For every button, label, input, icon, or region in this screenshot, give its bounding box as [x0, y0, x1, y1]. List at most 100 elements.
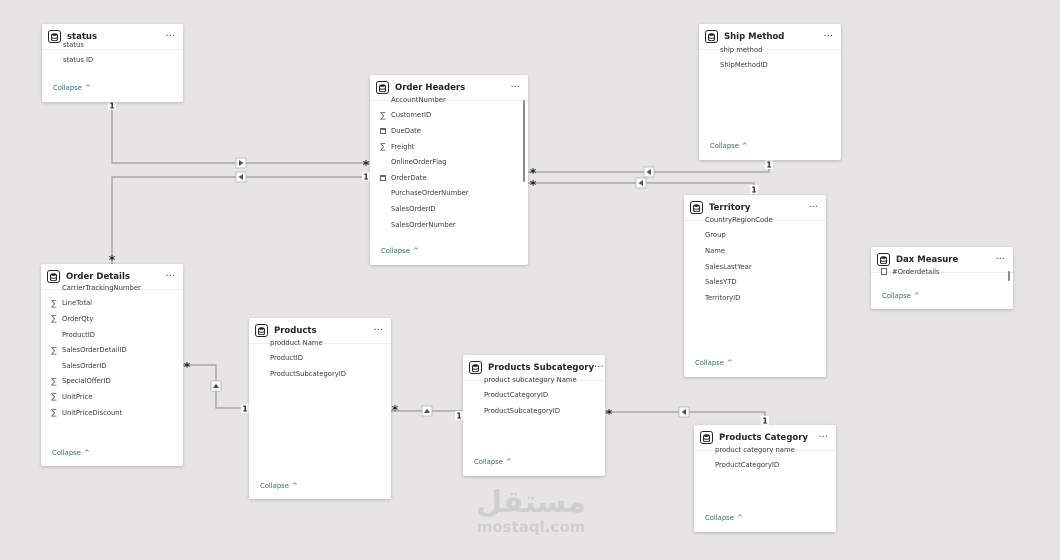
field-row[interactable]: ProductCategoryID [463, 388, 577, 404]
collapse-button[interactable]: Collapse ^ [260, 482, 298, 490]
field-name: Name [705, 246, 726, 255]
field-row[interactable]: TerritoryID [684, 290, 773, 306]
field-row[interactable]: product subcategory Name [463, 372, 577, 388]
field-row[interactable]: CountryRegionCode [684, 212, 773, 228]
collapse-button[interactable]: Collapse ^ [705, 514, 743, 522]
field-name: PurchaseOrderNumber [391, 189, 469, 198]
table-title: Territory [709, 202, 751, 213]
table-card-territory[interactable]: Territory ··· CountryRegionCode Group Name Sa… [684, 195, 826, 377]
collapse-label: Collapse [474, 458, 503, 466]
more-options-icon[interactable]: ··· [823, 31, 833, 42]
relationship-line[interactable] [111, 176, 370, 264]
field-row[interactable]: SalesYTD [684, 274, 773, 290]
collapse-label: Collapse [710, 142, 739, 150]
collapse-button[interactable]: Collapse ^ [474, 458, 512, 466]
relationship-orderheaders-territory[interactable] [528, 177, 755, 195]
more-options-icon[interactable]: ··· [594, 362, 604, 373]
field-row[interactable]: AccountNumber [370, 92, 468, 108]
field-row[interactable]: ∑ OrderQty [41, 311, 141, 327]
more-options-icon[interactable]: ··· [165, 271, 175, 282]
model-diagram-canvas[interactable]: 1 * 1 * * 1 * 1 * 1 * 1 * 1 مستقل mostaql.com status ·… [0, 0, 1060, 560]
field-row[interactable]: OnlineOrderFlag [370, 154, 468, 170]
field-row[interactable]: ShipMethodID [699, 58, 768, 74]
field-row[interactable]: ∑ SpecialOfferID [41, 374, 141, 390]
relationship-subcategory-category[interactable] [605, 406, 766, 425]
chevron-up-icon: ^ [736, 514, 743, 522]
table-card-products-subcategory[interactable]: Products Subcategory ··· product subcatego… [463, 355, 605, 476]
cardinality-one: 1 [362, 172, 370, 182]
collapse-button[interactable]: Collapse ^ [53, 84, 91, 92]
cardinality-label: 1 [363, 173, 368, 182]
table-card-dax-measure[interactable]: Dax Measure ··· #Orderdetails Collapse ^ [871, 247, 1013, 309]
field-row[interactable]: CarrierTrackingNumber [41, 280, 141, 296]
more-options-icon[interactable]: ··· [995, 254, 1005, 265]
field-row[interactable]: ProductSubcategoryID [463, 403, 577, 419]
field-row[interactable]: ∑ LineTotal [41, 296, 141, 312]
field-row[interactable]: ∑ UnitPriceDiscount [41, 405, 141, 421]
vertical-scrollbar[interactable] [1008, 271, 1010, 281]
field-row[interactable]: status [42, 37, 93, 53]
more-options-icon[interactable]: ··· [818, 432, 828, 443]
chevron-up-icon: ^ [291, 482, 298, 490]
watermark-latin: mostaql.com [476, 518, 586, 536]
more-options-icon[interactable]: ··· [510, 82, 520, 93]
field-row[interactable]: ProductCategoryID [694, 458, 795, 474]
relationship-orderheaders-shipmethod[interactable] [528, 160, 770, 178]
sigma-icon: ∑ [51, 298, 57, 308]
field-row[interactable]: SalesOrderID [370, 201, 468, 217]
table-card-products[interactable]: Products ··· prodduct Name ProductID Product… [249, 318, 391, 499]
field-row[interactable]: Group [684, 228, 773, 244]
field-row[interactable]: status ID [42, 53, 93, 69]
field-row[interactable]: ProductID [249, 351, 346, 367]
relationship-orderdetails-products[interactable] [183, 364, 249, 409]
field-row[interactable]: OrderDate [370, 170, 468, 186]
collapse-button[interactable]: Collapse ^ [695, 359, 733, 367]
field-row[interactable]: SalesOrderNumber [370, 217, 468, 233]
vertical-scrollbar[interactable] [523, 100, 525, 182]
table-card-products-category[interactable]: Products Category ··· product category nam… [694, 425, 836, 532]
field-row[interactable]: ∑ SalesOrderDetailID [41, 342, 141, 358]
field-name: status ID [63, 56, 94, 65]
collapse-label: Collapse [260, 482, 289, 490]
relationship-line[interactable] [111, 102, 370, 164]
field-row[interactable]: ProductID [41, 327, 141, 343]
collapse-button[interactable]: Collapse ^ [882, 292, 920, 300]
field-row[interactable]: PurchaseOrderNumber [370, 186, 468, 202]
field-row[interactable]: ∑ UnitPrice [41, 389, 141, 405]
table-card-order-details[interactable]: Order Details ··· CarrierTrackingNumber ∑ Li… [41, 264, 183, 466]
field-row[interactable]: product category name [694, 442, 795, 458]
field-row[interactable]: Name [684, 243, 773, 259]
collapse-label: Collapse [52, 449, 81, 457]
relationship-products-subcategory[interactable] [391, 405, 463, 417]
cardinality-many: * [606, 407, 613, 421]
field-row[interactable]: DueDate [370, 123, 468, 139]
table-card-ship-method[interactable]: Ship Method ··· ship method ShipMethodID Col… [699, 24, 841, 160]
cardinality-label: * [184, 360, 191, 374]
table-title: Products Category [719, 432, 808, 443]
field-name: SalesOrderID [391, 204, 436, 213]
field-row[interactable]: #Orderdetails [871, 264, 940, 280]
field-row[interactable]: SalesLastYear [684, 259, 773, 275]
field-row[interactable]: ∑ CustomerID [370, 108, 468, 124]
more-options-icon[interactable]: ··· [165, 31, 175, 42]
relationship-orderdetails-orderheaders[interactable] [111, 171, 370, 264]
collapse-button[interactable]: Collapse ^ [52, 449, 90, 457]
collapse-button[interactable]: Collapse ^ [710, 142, 748, 150]
relationship-status-orderheaders[interactable] [111, 102, 370, 169]
field-name: TerritoryID [705, 293, 741, 302]
field-row[interactable]: ∑ Freight [370, 139, 468, 155]
field-name: ProductID [270, 354, 304, 363]
field-row[interactable]: SalesOrderID [41, 358, 141, 374]
table-card-order-headers[interactable]: Order Headers ··· AccountNumber ∑ CustomerID… [370, 75, 528, 265]
more-options-icon[interactable]: ··· [808, 202, 818, 213]
more-options-icon[interactable]: ··· [373, 325, 383, 336]
field-row[interactable]: prodduct Name [249, 335, 346, 351]
field-name: ProductCategoryID [484, 391, 549, 400]
field-row[interactable]: ship method [699, 42, 768, 58]
field-name: SpecialOfferID [62, 377, 111, 386]
field-name: SalesLastYear [705, 262, 752, 271]
table-card-status[interactable]: status ··· status status ID Collapse ^ [42, 24, 183, 102]
collapse-button[interactable]: Collapse ^ [381, 247, 419, 255]
field-list: product category name ProductCategoryID [694, 442, 795, 473]
field-row[interactable]: ProductSubcategoryID [249, 366, 346, 382]
